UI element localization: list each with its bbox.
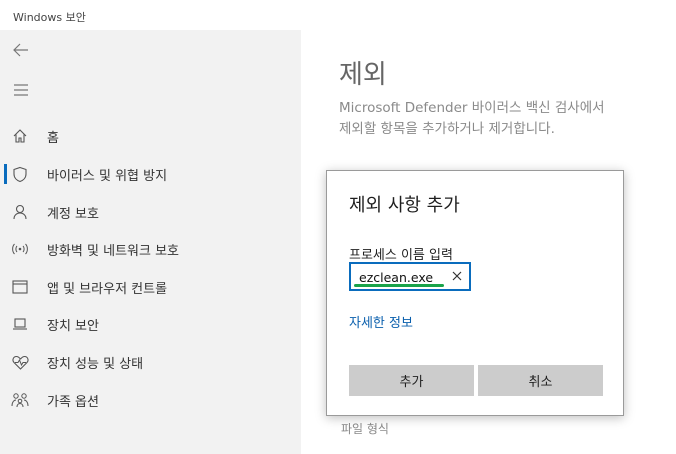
window-title: Windows 보안 <box>13 11 86 24</box>
file-type-heading: 파일 형식 <box>341 422 389 436</box>
page-description: Microsoft Defender 바이러스 백신 검사에서 제외할 항목을 … <box>339 98 639 140</box>
process-name-label: 프로세스 이름 입력 <box>349 248 453 263</box>
back-arrow-icon[interactable] <box>10 39 32 61</box>
person-icon <box>11 203 29 221</box>
app-window-icon <box>11 278 29 296</box>
sidebar-item-label: 앱 및 브라우저 컨트롤 <box>47 281 168 297</box>
heart-pulse-icon <box>11 353 29 371</box>
sidebar-item-label: 방화벽 및 네트워크 보호 <box>47 243 179 259</box>
sidebar-item-label: 장치 보안 <box>47 318 99 334</box>
laptop-icon <box>11 315 29 333</box>
sidebar-item-label: 가족 옵션 <box>47 394 99 410</box>
sidebar-item-device-security[interactable]: 장치 보안 <box>0 306 301 342</box>
highlight-underline <box>354 284 444 287</box>
dialog-title: 제외 사항 추가 <box>349 195 460 216</box>
add-button[interactable]: 추가 <box>349 365 474 396</box>
wifi-antenna-icon <box>11 240 29 258</box>
sidebar: 홈 바이러스 및 위협 방지 계정 보호 방화벽 및 네트워크 보호 앱 및 브… <box>0 30 301 454</box>
sidebar-item-home[interactable]: 홈 <box>0 118 301 154</box>
sidebar-item-label: 바이러스 및 위협 방지 <box>47 168 168 184</box>
page-title: 제외 <box>339 60 387 90</box>
home-icon <box>11 127 29 145</box>
family-icon <box>11 391 29 409</box>
hamburger-icon[interactable] <box>10 79 32 101</box>
title-bar: Windows 보안 <box>0 0 676 30</box>
sidebar-item-label: 장치 성능 및 상태 <box>47 356 144 372</box>
page-description-line: Microsoft Defender 바이러스 백신 검사에서 <box>339 100 605 116</box>
sidebar-item-label: 홈 <box>47 130 59 146</box>
page-description-line: 제외할 항목을 추가하거나 제거합니다. <box>339 121 555 137</box>
clear-icon[interactable] <box>449 267 465 285</box>
sidebar-item-label: 계정 보호 <box>47 206 99 222</box>
add-exclusion-dialog: 제외 사항 추가 프로세스 이름 입력 자세한 정보 추가 취소 <box>326 170 624 416</box>
sidebar-item-account-protection[interactable]: 계정 보호 <box>0 194 301 230</box>
sidebar-item-firewall[interactable]: 방화벽 및 네트워크 보호 <box>0 231 301 267</box>
learn-more-link[interactable]: 자세한 정보 <box>349 312 413 331</box>
sidebar-item-app-browser[interactable]: 앱 및 브라우저 컨트롤 <box>0 269 301 305</box>
sidebar-item-family-options[interactable]: 가족 옵션 <box>0 382 301 418</box>
shield-icon <box>11 165 29 183</box>
cancel-button[interactable]: 취소 <box>478 365 603 396</box>
sidebar-item-device-performance[interactable]: 장치 성능 및 상태 <box>0 344 301 380</box>
sidebar-item-virus-protection[interactable]: 바이러스 및 위협 방지 <box>0 156 301 192</box>
